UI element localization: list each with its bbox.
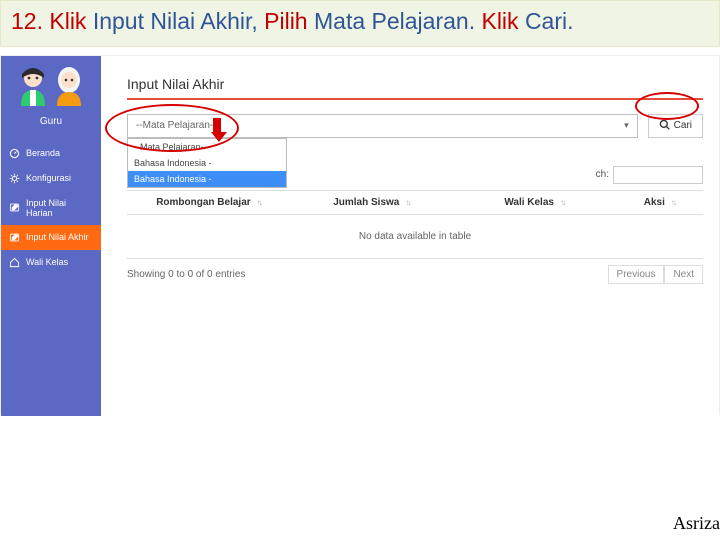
next-button[interactable]: Next	[664, 265, 703, 284]
table-empty-message: No data available in table	[127, 215, 703, 259]
prev-button[interactable]: Previous	[608, 265, 665, 284]
dropdown-option[interactable]: Bahasa Indonesia -	[128, 155, 286, 171]
home-icon	[9, 257, 20, 268]
col-jumlah-siswa[interactable]: Jumlah Siswa↑↓	[290, 191, 453, 214]
chevron-down-icon: ▾	[624, 120, 629, 131]
sidebar: Guru Beranda Konfigurasi Input Nilai Haria…	[1, 56, 101, 416]
card: Input Nilai Akhir --Mata Pelajaran-- ▾ -…	[117, 66, 713, 300]
dashboard-icon	[9, 148, 20, 159]
sidebar-item-konfigurasi[interactable]: Konfigurasi	[1, 166, 101, 191]
subject-select[interactable]: --Mata Pelajaran-- ▾	[127, 114, 638, 138]
sidebar-item-input-nilai-harian[interactable]: Input Nilai Harian	[1, 191, 101, 225]
table-search-input[interactable]	[613, 166, 703, 184]
controls-row: --Mata Pelajaran-- ▾ --Mata Pelajaran--B…	[127, 114, 703, 138]
sort-icon: ↑↓	[671, 198, 675, 207]
table-header: Rombongan Belajar↑↓ Jumlah Siswa↑↓ Wali …	[127, 190, 703, 215]
title-underline	[127, 98, 703, 100]
subject-select-value: --Mata Pelajaran--	[136, 120, 217, 131]
nav-label: Input Nilai Harian	[26, 198, 93, 218]
subject-select-wrap: --Mata Pelajaran-- ▾ --Mata Pelajaran--B…	[127, 114, 638, 138]
sidebar-nav: Beranda Konfigurasi Input Nilai Harian Inpu…	[1, 141, 101, 275]
pencil-icon	[9, 232, 20, 243]
table-info: Showing 0 to 0 of 0 entries	[127, 269, 245, 280]
sidebar-item-wali-kelas[interactable]: Wali Kelas	[1, 250, 101, 275]
sidebar-item-beranda[interactable]: Beranda	[1, 141, 101, 166]
pager: Previous Next	[608, 265, 703, 284]
sidebar-role-label: Guru	[1, 116, 101, 127]
sort-icon: ↑↓	[405, 198, 409, 207]
gear-icon	[9, 173, 20, 184]
slide-title: 12. Klik Input Nilai Akhir, Pilih Mata P…	[0, 0, 720, 47]
dropdown-option[interactable]: --Mata Pelajaran--	[128, 139, 286, 155]
pencil-icon	[9, 202, 20, 213]
col-aksi[interactable]: Aksi↑↓	[616, 191, 703, 214]
sort-icon: ↑↓	[560, 198, 564, 207]
main-panel: Input Nilai Akhir --Mata Pelajaran-- ▾ -…	[101, 56, 719, 416]
sort-icon: ↑↓	[257, 198, 261, 207]
page-title: Input Nilai Akhir	[127, 76, 703, 92]
footer-author: Asriza	[673, 513, 720, 534]
table-footer: Showing 0 to 0 of 0 entries Previous Nex…	[127, 259, 703, 290]
nav-label: Beranda	[26, 148, 60, 158]
subject-dropdown: --Mata Pelajaran--Bahasa Indonesia -Baha…	[127, 138, 287, 188]
app-screenshot: Guru Beranda Konfigurasi Input Nilai Haria…	[0, 55, 720, 415]
sidebar-item-input-nilai-akhir[interactable]: Input Nilai Akhir	[1, 225, 101, 250]
search-icon	[659, 119, 670, 133]
dropdown-option[interactable]: Bahasa Indonesia -	[128, 171, 286, 187]
col-wali-kelas[interactable]: Wali Kelas↑↓	[453, 191, 616, 214]
nav-label: Konfigurasi	[26, 173, 71, 183]
col-rombongan-belajar[interactable]: Rombongan Belajar↑↓	[127, 191, 290, 214]
search-button-label: Cari	[674, 120, 692, 131]
avatar-male	[16, 66, 50, 106]
nav-label: Wali Kelas	[26, 257, 68, 267]
avatar-row	[1, 56, 101, 116]
search-button[interactable]: Cari	[648, 114, 703, 138]
nav-label: Input Nilai Akhir	[26, 232, 89, 242]
avatar-female	[52, 66, 86, 106]
search-label: ch:	[596, 169, 609, 180]
